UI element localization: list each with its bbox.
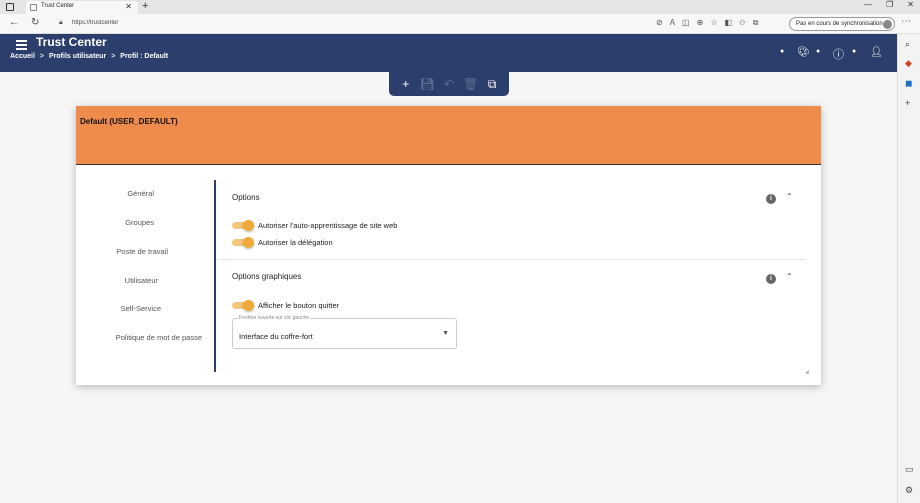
address-bar-icons: ⊘ A ◫ ⊕ ☆ ◧ ✩ ⧉ [656, 18, 758, 28]
tab-title: Trust Center [41, 3, 75, 9]
dot-icon: ● [780, 48, 785, 55]
palette-icon[interactable]: 🎨︎ [797, 47, 810, 58]
address-bar: ← ↻ 🔒︎ https://trustcenter ⊘ A ◫ ⊕ ☆ ◧ ✩… [0, 14, 920, 34]
browser-tab-bar: Trust Center ✕ + — ❐ ✕ [0, 0, 920, 14]
tab-actions-icon[interactable] [6, 3, 14, 11]
toggle-delegation[interactable] [232, 237, 254, 248]
translate-icon[interactable]: ⊘ [656, 18, 663, 28]
search-icon[interactable]: ⌕ [905, 39, 910, 50]
toggle-label: Autoriser l'auto-apprentissage de site w… [258, 221, 398, 230]
toggle-label: Autoriser la délégation [258, 238, 333, 247]
profile-avatar-icon [883, 20, 892, 29]
read-aloud-icon[interactable]: A [670, 18, 675, 28]
breadcrumb: Accueil > Profils utilisateur > Profil :… [10, 53, 168, 60]
extensions-icon[interactable]: ◫ [682, 18, 690, 28]
zoom-icon[interactable]: ⊕ [697, 18, 704, 28]
sync-label: Pas en cours de synchronisation [796, 21, 883, 27]
app-title: Trust Center [36, 35, 107, 49]
favorites-icon[interactable]: ✩ [739, 18, 746, 28]
undo-icon[interactable]: ↶ [441, 77, 457, 91]
dot-icon: ● [816, 48, 821, 55]
settings-icon[interactable]: ⚙ [905, 485, 913, 496]
menu-icon[interactable] [16, 40, 27, 53]
select-floating-label: Fenêtre ouverte sur clic gauche [238, 315, 311, 321]
window-controls: — ❐ ✕ [864, 0, 914, 9]
browser-menu-icon[interactable]: ⋯ [901, 16, 911, 27]
profile-card: Default (USER_DEFAULT) Général Groupes P… [76, 106, 821, 385]
dot-icon: ● [852, 48, 857, 55]
split-screen-icon[interactable]: ◧ [724, 18, 732, 28]
browser-tab[interactable]: Trust Center ✕ [26, 1, 138, 14]
breadcrumb-home[interactable]: Accueil [10, 53, 35, 60]
toggle-show-quit-button[interactable] [232, 300, 254, 311]
save-icon[interactable]: 💾︎ [419, 77, 435, 91]
tab-close-icon[interactable]: ✕ [125, 2, 132, 11]
breadcrumb-profiles[interactable]: Profils utilisateur [49, 53, 106, 60]
browser-sidebar: ⌕ ◆ ◼ + ▭ ⚙ [897, 34, 920, 503]
dropdown-arrow-icon[interactable]: ▼ [442, 330, 449, 337]
card-header: Default (USER_DEFAULT) [76, 106, 821, 165]
info-icon[interactable]: i [766, 194, 776, 204]
left-click-window-select[interactable]: Fenêtre ouverte sur clic gauche Interfac… [232, 315, 457, 349]
minimize-icon[interactable]: — [864, 0, 872, 9]
section-title-options: Options [232, 193, 260, 202]
lock-icon[interactable]: 🔒︎ [59, 19, 63, 27]
url-text[interactable]: https://trustcenter [72, 20, 118, 26]
restore-icon[interactable]: ❐ [886, 0, 893, 9]
add-icon[interactable]: + [398, 77, 414, 91]
breadcrumb-separator: > [39, 53, 44, 60]
new-tab-icon[interactable]: + [142, 0, 148, 12]
breadcrumb-separator: > [111, 53, 116, 60]
delete-icon[interactable]: 🗑︎ [463, 77, 479, 91]
side-nav-item-general[interactable]: Général [127, 189, 154, 198]
sync-button[interactable]: Pas en cours de synchronisation [789, 17, 895, 31]
app-header: Trust Center Accueil > Profils utilisate… [0, 34, 897, 72]
section-title-graphic-options: Options graphiques [232, 272, 302, 281]
help-icon[interactable]: ⓘ [833, 46, 844, 62]
section-divider [216, 259, 806, 260]
url-field[interactable]: 🔒︎ https://trustcenter [56, 17, 496, 31]
breadcrumb-current: Profil : Default [120, 53, 169, 60]
outlook-icon[interactable]: ◼ [905, 78, 912, 89]
favorite-icon[interactable]: ☆ [710, 18, 717, 28]
sidebar-toggle-icon[interactable]: ▭ [905, 464, 914, 475]
tab-favicon-icon [30, 4, 37, 11]
collections-icon[interactable]: ⧉ [753, 18, 759, 28]
resize-handle-icon: ◢ [805, 369, 809, 375]
info-icon[interactable]: i [766, 274, 776, 284]
toggle-label: Afficher le bouton quitter [258, 301, 340, 310]
action-toolbar: + 💾︎ ↶ 🗑︎ ⧉ [389, 72, 509, 96]
settings-panel: Options i ⌃ Autoriser l'auto-apprentissa… [214, 180, 807, 372]
side-nav-item-workstation[interactable]: Poste de travail [116, 247, 168, 256]
user-icon[interactable]: 👤︎ [870, 47, 883, 58]
side-nav-item-user[interactable]: Utilisateur [125, 276, 158, 285]
add-sidebar-app-icon[interactable]: + [905, 98, 910, 108]
toggle-auto-learning[interactable] [232, 220, 254, 231]
side-nav-item-self-service[interactable]: Self-Service [121, 304, 161, 313]
side-nav-item-password-policy[interactable]: Politique de mot de passe [116, 333, 202, 342]
close-window-icon[interactable]: ✕ [907, 0, 914, 9]
chevron-up-icon[interactable]: ⌃ [786, 272, 793, 281]
back-icon[interactable]: ← [9, 17, 19, 28]
card-title: Default (USER_DEFAULT) [80, 117, 178, 126]
select-value: Interface du coffre-fort [239, 332, 313, 341]
copy-icon[interactable]: ⧉ [484, 77, 500, 92]
refresh-icon[interactable]: ↻ [31, 17, 39, 28]
office-icon[interactable]: ◆ [905, 58, 912, 69]
side-nav-item-groups[interactable]: Groupes [125, 218, 154, 227]
chevron-up-icon[interactable]: ⌃ [786, 192, 793, 201]
